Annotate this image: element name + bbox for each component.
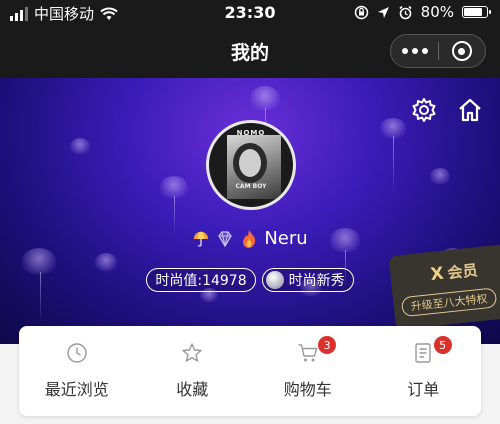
status-bar: 中国移动 23:30 80% xyxy=(0,0,500,26)
username-row: Neru xyxy=(0,228,500,249)
battery-level xyxy=(464,8,482,16)
fashion-value-label: 时尚值:14978 xyxy=(155,273,247,289)
home-button[interactable] xyxy=(456,96,484,124)
rank-pill[interactable]: 时尚新秀 xyxy=(261,268,354,292)
rank-medal-icon xyxy=(265,271,284,289)
vip-title-label: 会员 xyxy=(446,261,479,283)
location-icon xyxy=(377,6,389,18)
target-icon xyxy=(451,41,472,61)
umbrella-badge-icon xyxy=(192,230,210,248)
quick-menu: 最近浏览 收藏 3 购物车 5 订单 xyxy=(19,326,481,416)
vip-upgrade-button[interactable]: 升级至八大特权 xyxy=(400,287,498,318)
rotation-lock-icon xyxy=(354,5,368,19)
order-count-badge: 5 xyxy=(433,336,452,354)
menu-label: 购物车 xyxy=(283,380,332,399)
cart-icon xyxy=(297,342,319,364)
fashion-value-pill[interactable]: 时尚值:14978 xyxy=(146,268,256,292)
avatar-face xyxy=(239,149,261,177)
rank-label: 时尚新秀 xyxy=(288,273,345,289)
close-miniprogram-button[interactable] xyxy=(439,34,485,68)
clock-icon xyxy=(66,342,88,364)
miniprogram-capsule xyxy=(390,34,486,68)
gear-icon xyxy=(412,98,436,122)
avatar-text-top: NOMO xyxy=(236,129,266,137)
avatar[interactable]: NOMO CAM BOY xyxy=(206,120,296,210)
battery-icon xyxy=(462,6,491,18)
gem-badge-icon xyxy=(216,230,234,248)
vip-logo-icon: X xyxy=(429,263,445,285)
alarm-icon xyxy=(399,5,412,19)
more-button[interactable] xyxy=(391,34,438,68)
menu-item-favorites[interactable]: 收藏 xyxy=(135,326,251,416)
star-icon xyxy=(181,342,203,364)
vip-card[interactable]: X 会员 升级至八大特权 xyxy=(388,244,500,330)
nav-bar: 我的 xyxy=(0,26,500,78)
battery-percent: 80% xyxy=(420,3,454,21)
home-icon xyxy=(459,98,481,122)
menu-item-orders[interactable]: 5 订单 xyxy=(366,326,482,416)
username: Neru xyxy=(264,228,308,249)
menu-label: 最近浏览 xyxy=(44,380,109,399)
menu-item-cart[interactable]: 3 购物车 xyxy=(250,326,366,416)
menu-label: 订单 xyxy=(407,380,440,399)
settings-button[interactable] xyxy=(410,96,438,124)
menu-label: 收藏 xyxy=(176,380,209,399)
order-icon xyxy=(412,342,434,364)
status-right: 80% xyxy=(354,3,491,21)
menu-item-recent[interactable]: 最近浏览 xyxy=(19,326,135,416)
avatar-text-bottom: CAM BOY xyxy=(235,183,267,190)
flame-badge-icon xyxy=(240,229,258,248)
vip-title: X 会员 xyxy=(429,259,479,285)
cart-count-badge: 3 xyxy=(318,336,337,354)
